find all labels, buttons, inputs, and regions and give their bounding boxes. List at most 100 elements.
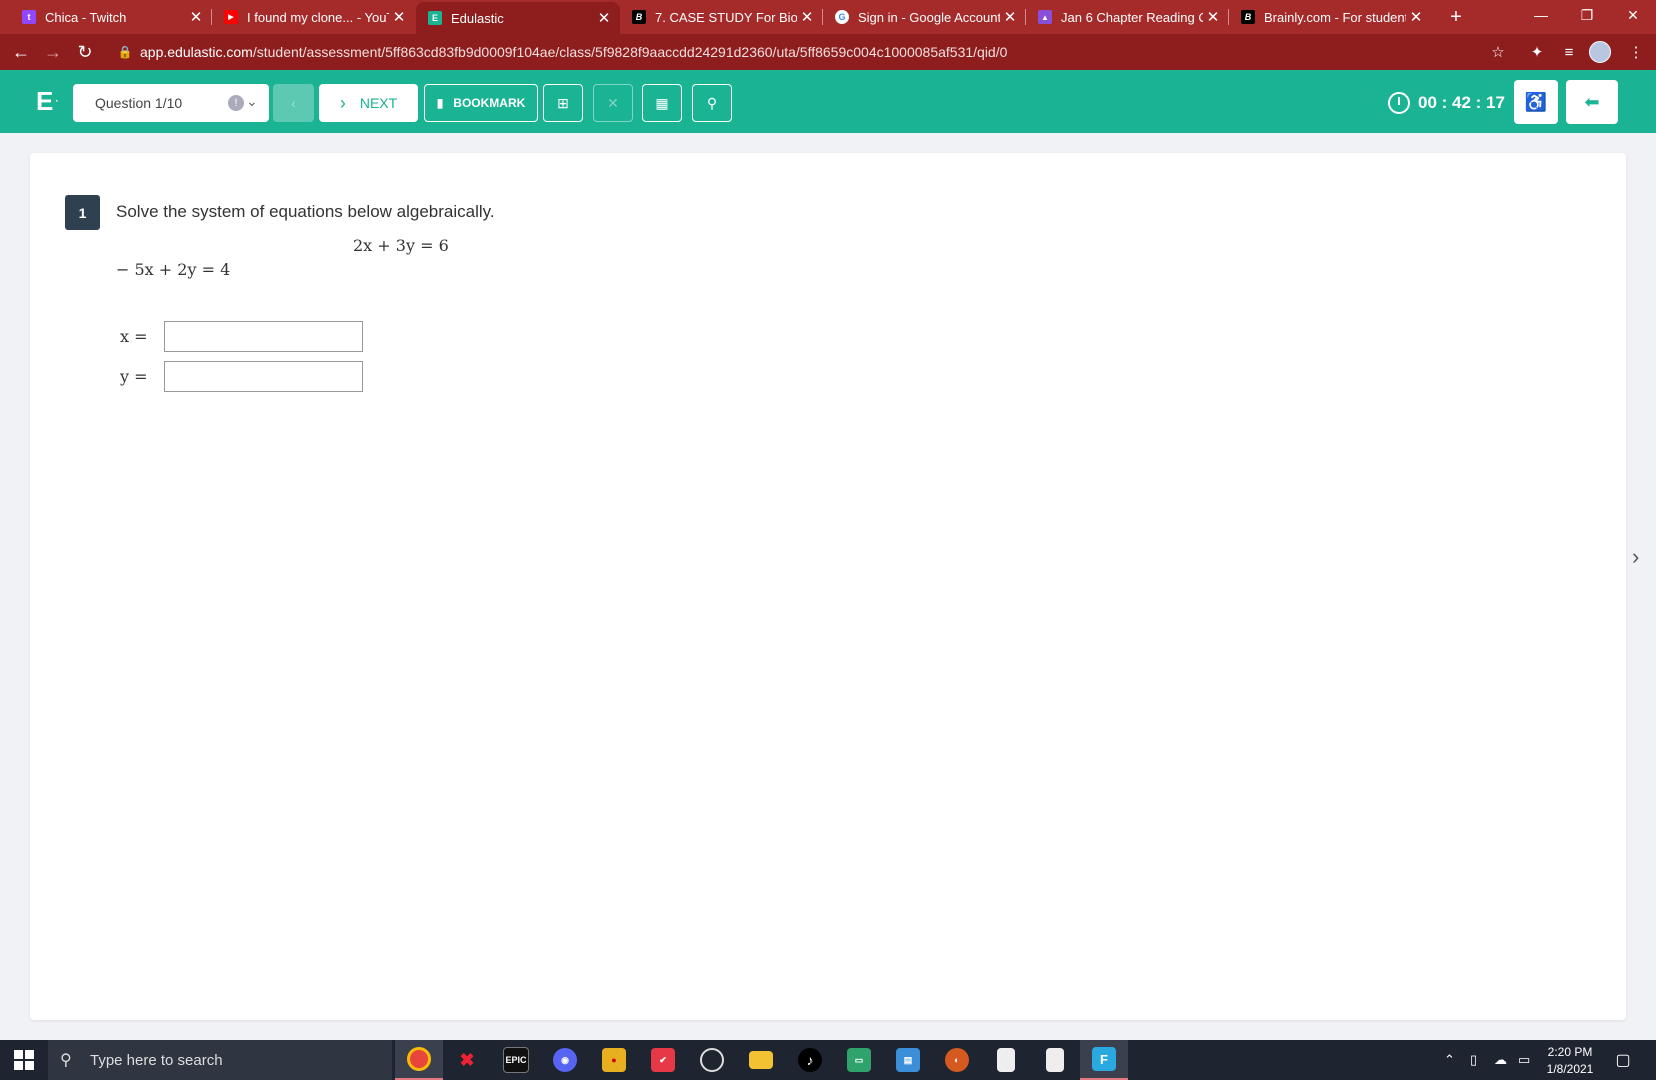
equation-2: − 5x + 2y = 4: [116, 260, 231, 279]
equation-1: 2x + 3y = 6: [353, 236, 449, 255]
obs-icon[interactable]: [688, 1040, 736, 1080]
next-label: NEXT: [359, 95, 398, 111]
google-icon: G: [835, 10, 849, 24]
next-button[interactable]: › NEXT: [319, 84, 418, 122]
close-icon[interactable]: ✕: [1203, 8, 1223, 26]
forms-app-icon[interactable]: F: [1080, 1040, 1128, 1080]
tray-app-icon[interactable]: ▯: [1470, 1040, 1477, 1080]
onedrive-icon[interactable]: ☁: [1494, 1040, 1507, 1080]
game-controller-icon[interactable]: ▭: [835, 1040, 883, 1080]
extensions-icon[interactable]: ✦: [1523, 34, 1551, 70]
bookmark-icon: ▮: [436, 96, 444, 110]
tray-chevron-up-icon[interactable]: ⌃: [1444, 1040, 1455, 1080]
chrome-icon[interactable]: [395, 1040, 443, 1080]
media-control-icon[interactable]: ≡: [1555, 34, 1583, 70]
search-placeholder: Type here to search: [90, 1051, 223, 1069]
url-path: /student/assessment/5ff863cd83fb9d0009f1…: [252, 44, 1008, 60]
tab-title: Chica - Twitch: [45, 9, 127, 25]
tab-title: Jan 6 Chapter Reading Clinic: [1061, 9, 1203, 25]
timer-value: 00 : 42 : 17: [1418, 93, 1505, 112]
question-prompt: Solve the system of equations below alge…: [116, 202, 495, 221]
taskbar-search[interactable]: ⚲ Type here to search: [48, 1040, 392, 1080]
notification-icon[interactable]: ▢: [1610, 1049, 1636, 1071]
document-icon[interactable]: [1031, 1040, 1079, 1080]
bookmark-label: BOOKMARK: [453, 96, 526, 110]
tab-youtube[interactable]: ▶ I found my clone... - YouTube ✕: [212, 0, 415, 34]
network-app-icon[interactable]: ▤: [884, 1040, 932, 1080]
chevron-right-icon[interactable]: ›: [1632, 544, 1639, 570]
close-icon[interactable]: ✕: [1406, 8, 1426, 26]
minimize-button[interactable]: —: [1518, 0, 1564, 30]
calculator-button[interactable]: ▦: [642, 84, 682, 122]
exit-arrow-icon: ⬅: [1584, 91, 1600, 112]
question-selector[interactable]: Question 1/10 ! ⌄: [73, 84, 269, 122]
tab-google-signin[interactable]: G Sign in - Google Accounts ✕: [823, 0, 1026, 34]
document-icon[interactable]: [982, 1040, 1030, 1080]
twitch-icon: t: [22, 10, 36, 24]
reload-button[interactable]: ↻: [70, 34, 100, 70]
chevron-left-icon: ‹: [291, 95, 296, 111]
calculator-icon: ▦: [655, 94, 669, 111]
close-icon[interactable]: ✕: [797, 8, 817, 26]
tab-classroom[interactable]: ▲ Jan 6 Chapter Reading Clinic ✕: [1026, 0, 1229, 34]
tab-brainly[interactable]: B Brainly.com - For students ✕: [1229, 0, 1432, 34]
assessment-toolbar: E · Question 1/10 ! ⌄ ‹ › NEXT ▮ BOOKMARK…: [0, 70, 1656, 133]
close-icon[interactable]: ✕: [186, 8, 206, 26]
bookmark-button[interactable]: ▮ BOOKMARK: [424, 84, 538, 122]
new-tab-button[interactable]: +: [1444, 0, 1468, 34]
tab-case-study[interactable]: B 7. CASE STUDY For Biosphere ✕: [620, 0, 823, 34]
taskbar-date: 1/8/2021: [1546, 1062, 1594, 1076]
tab-twitch[interactable]: t Chica - Twitch ✕: [10, 0, 212, 34]
among-us-icon[interactable]: ●: [590, 1040, 638, 1080]
window-close-button[interactable]: ✕: [1610, 0, 1656, 30]
zoom-button[interactable]: ⚲: [692, 84, 732, 122]
tiktok-icon[interactable]: ♪: [786, 1040, 834, 1080]
tab-title: Sign in - Google Accounts: [858, 9, 1000, 25]
epic-games-icon[interactable]: EPIC: [492, 1040, 540, 1080]
address-bar-row: ← → ↻ 🔒 app.edulastic.com/student/assess…: [0, 34, 1656, 70]
assessment-timer: 00 : 42 : 17: [1388, 84, 1505, 122]
tab-title: Brainly.com - For students: [1264, 9, 1406, 25]
bookmark-star-icon[interactable]: ☆: [1484, 34, 1512, 70]
tab-edulastic[interactable]: E Edulastic ✕: [416, 2, 620, 34]
close-icon: ✕: [607, 94, 619, 111]
profile-avatar[interactable]: [1589, 41, 1611, 63]
edulastic-icon: E: [428, 11, 442, 25]
taskbar-clock[interactable]: 2:20 PM 1/8/2021: [1535, 1044, 1605, 1078]
crossout-button[interactable]: ✕: [593, 84, 633, 122]
edulastic-logo: E ·: [36, 85, 59, 116]
restore-button[interactable]: ❐: [1564, 0, 1610, 30]
close-icon[interactable]: ✕: [594, 9, 614, 27]
x-label: x =: [120, 327, 148, 346]
close-icon[interactable]: ✕: [389, 8, 409, 26]
brainly-icon: B: [1241, 10, 1255, 24]
classroom-icon: ▲: [1038, 10, 1052, 24]
network-icon[interactable]: ▭: [1518, 1040, 1530, 1080]
pocket-icon[interactable]: ✔: [639, 1040, 687, 1080]
tab-title: Edulastic: [451, 10, 504, 26]
close-icon[interactable]: ✕: [1000, 8, 1020, 26]
browser-menu-icon[interactable]: ⋮: [1622, 34, 1650, 70]
forward-button[interactable]: →: [38, 34, 68, 70]
accessibility-button[interactable]: ♿: [1514, 80, 1558, 124]
accessibility-icon: ♿: [1524, 91, 1548, 112]
back-button[interactable]: ←: [6, 34, 36, 70]
exit-button[interactable]: ⬅: [1566, 80, 1618, 124]
y-answer-input[interactable]: [164, 361, 363, 392]
url-host: app.edulastic.com: [140, 44, 253, 60]
question-card: [30, 153, 1626, 1020]
tab-title: I found my clone... - YouTube: [247, 9, 389, 25]
game-app-icon[interactable]: ✖: [443, 1040, 491, 1080]
answer-grid-button[interactable]: ⊞: [543, 84, 583, 122]
browser-tab-strip: t Chica - Twitch ✕ ▶ I found my clone...…: [0, 0, 1656, 34]
url-field[interactable]: 🔒 app.edulastic.com/student/assessment/5…: [116, 37, 1502, 67]
tab-title: 7. CASE STUDY For Biosphere: [655, 9, 797, 25]
office-icon[interactable]: ◐: [933, 1040, 981, 1080]
file-explorer-icon[interactable]: [737, 1040, 785, 1080]
windows-start-icon[interactable]: [14, 1050, 34, 1070]
previous-button[interactable]: ‹: [273, 84, 314, 122]
discord-icon[interactable]: ◉: [541, 1040, 589, 1080]
taskbar-time: 2:20 PM: [1547, 1045, 1593, 1059]
x-answer-input[interactable]: [164, 321, 363, 352]
search-icon: ⚲: [60, 1052, 72, 1069]
